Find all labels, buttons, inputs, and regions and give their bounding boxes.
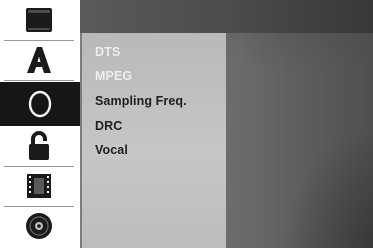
sidebar-item-recording[interactable]	[2, 168, 76, 204]
sidebar-divider	[4, 80, 74, 81]
menu-item-vocal[interactable]: Vocal	[95, 143, 128, 157]
sidebar-divider	[4, 40, 74, 41]
menu-item-mpeg[interactable]: MPEG	[95, 69, 132, 83]
sidebar-item-audio[interactable]	[0, 82, 80, 126]
padlock-icon	[29, 131, 49, 160]
disc-icon	[26, 213, 52, 239]
menu-item-sampling-freq[interactable]: Sampling Freq.	[95, 94, 187, 108]
sidebar-divider	[4, 166, 74, 167]
audio-settings-panel: DTS MPEG Sampling Freq. DRC Vocal	[80, 0, 373, 248]
sidebar-item-disc[interactable]	[2, 208, 76, 244]
menu-item-drc[interactable]: DRC	[95, 119, 122, 133]
sidebar-divider	[4, 206, 74, 207]
film-strip-icon	[27, 174, 51, 198]
disc-tray-icon	[26, 8, 52, 32]
setup-menu-screen: DTS MPEG Sampling Freq. DRC Vocal	[0, 0, 373, 248]
language-letter-a-icon	[27, 47, 51, 73]
setup-category-sidebar	[0, 0, 80, 248]
sidebar-item-general[interactable]	[2, 2, 76, 38]
audio-circle-icon	[28, 90, 52, 118]
sidebar-item-language[interactable]	[2, 42, 76, 78]
menu-item-dts[interactable]: DTS	[95, 45, 120, 59]
panel-header	[80, 0, 373, 33]
audio-options-list: DTS MPEG Sampling Freq. DRC Vocal	[82, 33, 226, 248]
sidebar-item-lock[interactable]	[2, 128, 76, 164]
